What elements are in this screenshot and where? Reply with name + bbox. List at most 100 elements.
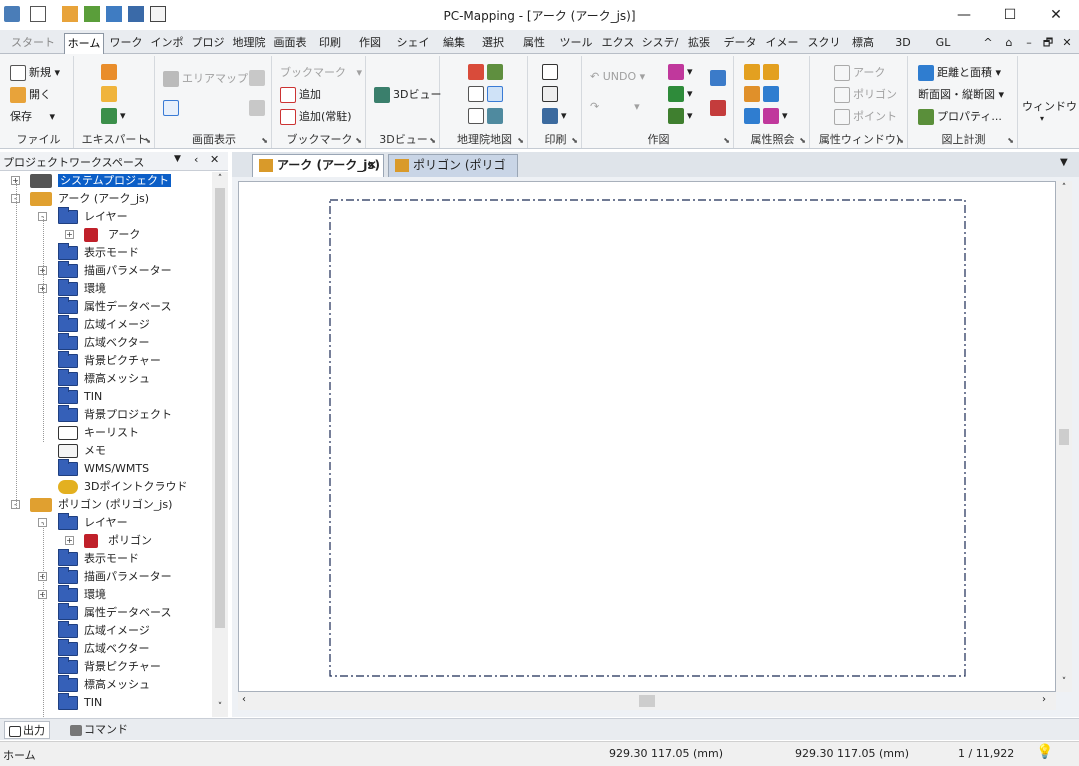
gsi-launcher-icon[interactable]: ⬊ (517, 136, 524, 145)
map-canvas[interactable] (238, 181, 1056, 692)
hscroll-left-icon[interactable]: ‹ (242, 694, 246, 705)
panel-close-icon[interactable]: ✕ (210, 153, 219, 166)
panel-menu-icon[interactable]: ▼ (174, 154, 181, 164)
view-monitor2-icon[interactable] (249, 100, 268, 116)
tab-data[interactable]: データ^ (720, 33, 760, 69)
tree-node[interactable]: 背景ピクチャー (58, 351, 161, 370)
tab-3d[interactable]: 3D (888, 33, 918, 54)
window-button[interactable]: ウィンドウ (1022, 98, 1077, 114)
tab-draw[interactable]: 作図 (353, 33, 387, 54)
3dview-button[interactable]: 3Dビュー (374, 86, 441, 103)
doc-restore-icon[interactable]: 🗗 (1040, 33, 1056, 54)
hscroll-thumb[interactable] (639, 695, 655, 707)
tree-node[interactable]: アーク (84, 226, 140, 244)
gsi-map-icon[interactable] (468, 108, 506, 124)
tree-node[interactable]: 広域ベクター (58, 333, 150, 352)
tree-node[interactable]: アーク (アーク_js) (30, 190, 149, 208)
hint-lightbulb-icon[interactable]: 💡 (1036, 744, 1053, 760)
tab-output[interactable]: 出力 (4, 721, 50, 739)
scroll-up-icon[interactable]: ˄ (212, 174, 228, 184)
doc-tabs-dropdown-icon[interactable]: ▼ (1060, 157, 1068, 168)
gsi-grid-icon[interactable] (468, 86, 506, 102)
measure-launcher-icon[interactable]: ⬊ (1007, 136, 1014, 145)
save-button[interactable]: 保存 ▾ (10, 108, 55, 124)
scroll-down-icon[interactable]: ˅ (212, 702, 228, 712)
tab-export[interactable]: エクスオ (598, 33, 638, 69)
undo-button[interactable]: ↶ UNDO ▾ (590, 70, 645, 83)
app-mode-icon[interactable]: ⌂ (1000, 33, 1018, 54)
tree-node[interactable]: 環境 (58, 279, 106, 298)
tree-node[interactable]: 広域イメージ (58, 621, 150, 640)
attr-point-button[interactable]: ポイント (834, 108, 897, 125)
tree-node[interactable]: 環境 (58, 585, 106, 604)
doc-close-icon[interactable]: ✕ (1060, 33, 1074, 54)
view-launcher-icon[interactable]: ⬊ (261, 136, 268, 145)
open-button[interactable]: 開く (10, 86, 51, 103)
window-dropdown-icon[interactable]: ▾ (1040, 114, 1044, 123)
property-button[interactable]: プロパティ... (918, 108, 1002, 125)
tab-edit[interactable]: 編集 (437, 33, 471, 54)
tree-node[interactable]: 描画パラメーター (58, 567, 172, 586)
tree-node[interactable]: TIN (58, 693, 102, 712)
tree-node[interactable]: WMS/WMTS (58, 459, 149, 478)
tree-node[interactable]: ポリゴン (ポリゴン_js) (30, 496, 172, 514)
tree-node[interactable]: 背景プロジェクト (58, 405, 172, 424)
attr-flag3-icon[interactable]: ▾ (744, 108, 788, 124)
distance-area-button[interactable]: 距離と面積 ▾ (918, 64, 1001, 81)
attr-arc-button[interactable]: アーク (834, 64, 885, 81)
tree-node[interactable]: システムプロジェクト (30, 172, 172, 190)
doc-tab-arc[interactable]: アーク (アーク_js) ✕ (252, 154, 384, 177)
tree-node[interactable]: レイヤー (58, 513, 128, 532)
attr-window-launcher-icon[interactable]: ⬊ (897, 136, 904, 145)
close-button[interactable]: ✕ (1033, 0, 1079, 30)
tab-elevation[interactable]: 標高 (846, 33, 880, 54)
section-button[interactable]: 断面図・縦断図 ▾ (918, 86, 1004, 102)
tree-node[interactable]: レイヤー (58, 207, 128, 226)
draw-launcher-icon[interactable]: ⬊ (723, 136, 730, 145)
tree-node[interactable]: ポリゴン (84, 532, 152, 550)
canvas-vscrollbar[interactable]: ˄ ˅ (1056, 181, 1072, 692)
hscroll-right-icon[interactable]: › (1042, 694, 1046, 705)
tree-node[interactable]: 表示モード (58, 549, 139, 568)
tree-node[interactable]: 属性データベース (58, 603, 171, 622)
tree-node[interactable]: 広域ベクター (58, 639, 150, 658)
zoom-extent-icon[interactable] (163, 100, 182, 116)
tree-node[interactable]: 標高メッシュ (58, 675, 150, 694)
tree-node[interactable]: 描画パラメーター (58, 261, 172, 280)
tree-scroll-thumb[interactable] (215, 188, 225, 628)
tab-extension[interactable]: 拡張 (682, 33, 716, 54)
tab-image[interactable]: イメージ (762, 33, 802, 69)
tab-gl[interactable]: GL (928, 33, 958, 54)
tab-import[interactable]: インポー (147, 33, 187, 69)
doc-tab-close-icon[interactable]: ✕ (367, 155, 377, 176)
tree-node[interactable]: 3Dポイントクラウド (58, 478, 187, 496)
view-monitor-icon[interactable] (249, 70, 268, 86)
node-tool-icon[interactable]: ▾ (668, 108, 693, 124)
redo-button[interactable]: ↷ ▾ (590, 100, 640, 113)
tab-command[interactable]: コマンド (66, 721, 132, 739)
bookmark-dropdown[interactable]: ブックマーク ▾ (280, 64, 362, 80)
doc-minimize-icon[interactable]: – (1022, 33, 1036, 54)
tab-display[interactable]: 画面表 (270, 33, 310, 54)
tab-attribute[interactable]: 属性 (517, 33, 551, 54)
tab-select[interactable]: 選択 (476, 33, 510, 54)
canvas-hscrollbar[interactable]: ‹ › (238, 692, 1056, 710)
tree-node[interactable]: TIN (58, 387, 102, 406)
tab-script[interactable]: スクリプ (804, 33, 844, 69)
vscroll-down-icon[interactable]: ˅ (1056, 677, 1072, 687)
tab-workspace[interactable]: ワークス (106, 33, 146, 69)
delete-shape-icon[interactable]: ▾ (668, 64, 693, 80)
printer-icon[interactable]: ▾ (542, 108, 567, 124)
tree-node[interactable]: 表示モード (58, 243, 139, 262)
vscroll-thumb[interactable] (1059, 429, 1069, 445)
tree-node[interactable]: 背景ピクチャー (58, 657, 161, 676)
expand-icon[interactable]: + (65, 536, 74, 545)
3dview-launcher-icon[interactable]: ⬊ (429, 136, 436, 145)
expert-stack-icon[interactable] (101, 64, 120, 80)
eraser-icon[interactable] (710, 70, 729, 86)
expand-icon[interactable]: + (65, 230, 74, 239)
attr-ref-launcher-icon[interactable]: ⬊ (799, 136, 806, 145)
attr-polygon-button[interactable]: ポリゴン (834, 86, 897, 103)
tab-shape[interactable]: シェイプ (392, 33, 434, 69)
tab-gsi[interactable]: 地理院 (229, 33, 269, 54)
